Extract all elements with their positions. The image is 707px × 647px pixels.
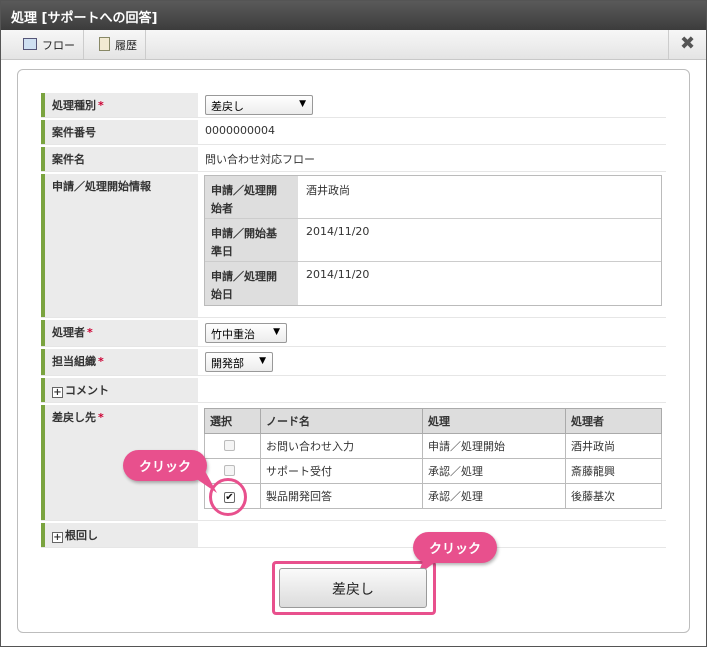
row-processor: 処理者 * bbox=[41, 320, 666, 347]
apply-info-row-value: 2014/11/20 bbox=[306, 268, 370, 281]
processor-value: 竹中重治 bbox=[211, 328, 255, 341]
apply-info-row-label: 申請／処理開 始者 bbox=[205, 176, 298, 218]
col-header: ノード名 bbox=[260, 408, 423, 434]
apply-info-row-label: 申請／処理開 始日 bbox=[205, 262, 298, 305]
organization-value: 開発部 bbox=[211, 357, 244, 370]
table-row: お問い合わせ入力 申請／処理開始 酒井政尚 bbox=[204, 433, 662, 459]
node-action: 申請／処理開始 bbox=[422, 433, 566, 459]
processor-select[interactable]: 竹中重治 ▼ bbox=[205, 323, 287, 343]
apply-info-row: 申請／処理開 始者 酒井政尚 bbox=[205, 176, 661, 219]
comment-toggle[interactable]: + コメント bbox=[41, 378, 198, 402]
row-process-type: 処理種別 * bbox=[41, 93, 666, 118]
select-checkbox[interactable] bbox=[224, 439, 235, 451]
close-icon: ✖ bbox=[679, 33, 696, 54]
col-header: 選択 bbox=[204, 408, 261, 434]
return-to-table: 選択 ノード名 処理 処理者 お問い合わせ入力 申請／処理開始 酒井政尚 サポー… bbox=[204, 408, 662, 509]
history-button-label: 履歴 bbox=[115, 39, 137, 52]
row-nemawashi[interactable]: + 根回し bbox=[41, 523, 666, 548]
table-row: サポート受付 承認／処理 斎藤龍興 bbox=[204, 458, 662, 484]
col-header: 処理者 bbox=[565, 408, 662, 434]
process-type-select[interactable]: 差戻し ▼ bbox=[205, 95, 313, 115]
clipboard-icon bbox=[99, 37, 110, 51]
node-person: 酒井政尚 bbox=[565, 433, 662, 459]
node-name: サポート受付 bbox=[260, 458, 423, 484]
select-checkbox[interactable] bbox=[224, 464, 235, 476]
window-title: 処理 [サポートへの回答] bbox=[1, 1, 706, 30]
apply-info-row-label: 申請／開始基 準日 bbox=[205, 219, 298, 261]
row-organization: 担当組織 * bbox=[41, 349, 666, 376]
processor-label: 処理者 * bbox=[41, 320, 198, 346]
table-row: ✔ 製品開発回答 承認／処理 後藤基次 bbox=[204, 483, 662, 509]
row-comment[interactable]: + コメント bbox=[41, 378, 666, 403]
apply-info-row-value: 酒井政尚 bbox=[306, 184, 350, 197]
history-button[interactable]: 履歴 bbox=[91, 30, 146, 59]
flow-button[interactable]: フロー bbox=[15, 30, 84, 59]
case-number-label: 案件番号 bbox=[41, 120, 198, 144]
flow-icon bbox=[23, 38, 37, 50]
col-header: 処理 bbox=[422, 408, 566, 434]
node-action: 承認／処理 bbox=[422, 458, 566, 484]
chevron-down-icon: ▼ bbox=[299, 99, 306, 109]
process-type-value: 差戻し bbox=[211, 100, 244, 113]
return-submit-button[interactable]: 差戻し bbox=[279, 568, 427, 608]
organization-label: 担当組織 * bbox=[41, 349, 198, 375]
close-button[interactable]: ✖ bbox=[668, 30, 706, 59]
callout-pointer-icon bbox=[185, 471, 217, 493]
dialog-window: 処理 [サポートへの回答] フロー 履歴 ✖ 処理種別 * 差戻し ▼ 案件番号 … bbox=[0, 0, 707, 647]
chevron-down-icon: ▼ bbox=[273, 327, 280, 337]
case-name-value: 問い合わせ対応フロー bbox=[205, 153, 315, 166]
chevron-down-icon: ▼ bbox=[259, 356, 266, 366]
table-header-row: 選択 ノード名 処理 処理者 bbox=[204, 408, 662, 434]
apply-info-row: 申請／開始基 準日 2014/11/20 bbox=[205, 219, 661, 262]
row-case-number: 案件番号 0000000004 bbox=[41, 120, 666, 145]
apply-info-row: 申請／処理開 始日 2014/11/20 bbox=[205, 262, 661, 305]
apply-info-row-value: 2014/11/20 bbox=[306, 225, 370, 238]
node-person: 後藤基次 bbox=[565, 483, 662, 509]
plus-icon: + bbox=[52, 387, 63, 398]
node-name: お問い合わせ入力 bbox=[260, 433, 423, 459]
flow-button-label: フロー bbox=[42, 39, 75, 52]
case-number-value: 0000000004 bbox=[205, 124, 275, 137]
organization-select[interactable]: 開発部 ▼ bbox=[205, 352, 273, 372]
node-person: 斎藤龍興 bbox=[565, 458, 662, 484]
nemawashi-toggle[interactable]: + 根回し bbox=[41, 523, 198, 547]
process-type-label: 処理種別 * bbox=[41, 93, 198, 117]
node-name: 製品開発回答 bbox=[260, 483, 423, 509]
node-action: 承認／処理 bbox=[422, 483, 566, 509]
apply-info-label: 申請／処理開始情報 bbox=[41, 174, 198, 317]
plus-icon: + bbox=[52, 532, 63, 543]
row-case-name: 案件名 問い合わせ対応フロー bbox=[41, 147, 666, 172]
apply-info-table: 申請／処理開 始者 酒井政尚 申請／開始基 準日 2014/11/20 申請／処理開… bbox=[204, 175, 662, 306]
toolbar: フロー 履歴 ✖ bbox=[1, 30, 706, 60]
case-name-label: 案件名 bbox=[41, 147, 198, 171]
